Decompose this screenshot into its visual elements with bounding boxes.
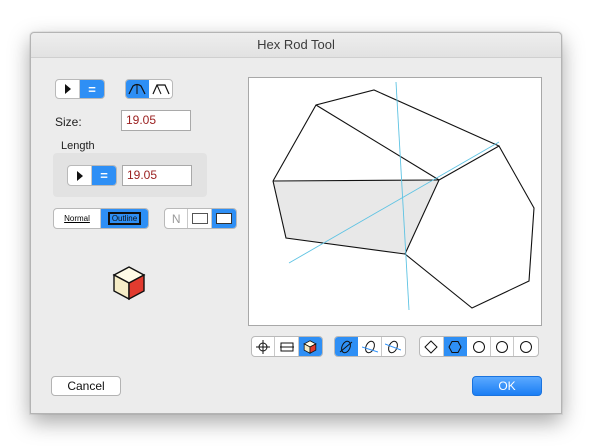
render-style-segmented-control: Normal Outline bbox=[53, 208, 149, 229]
outline-style-label: Outline bbox=[107, 212, 142, 225]
white-fill-button[interactable] bbox=[188, 209, 212, 228]
size-label: Size: bbox=[55, 115, 82, 129]
no-fill-button[interactable]: N bbox=[165, 209, 189, 228]
mode-segmented-control: = bbox=[55, 79, 105, 99]
arrow-pointer-icon bbox=[64, 84, 71, 94]
rounded-cap-button[interactable] bbox=[126, 80, 150, 98]
flat-rect-icon bbox=[279, 342, 294, 351]
shaded-rect-icon bbox=[215, 213, 232, 224]
axis-segmented-control bbox=[334, 336, 406, 357]
cap-style-segmented-control bbox=[125, 79, 173, 99]
equals-icon: = bbox=[100, 168, 108, 183]
axis-1-button[interactable] bbox=[335, 337, 359, 356]
flat-view-button[interactable] bbox=[275, 337, 299, 356]
circle-icon bbox=[496, 340, 509, 353]
window-title: Hex Rod Tool bbox=[31, 33, 561, 58]
hexagon-icon bbox=[448, 340, 462, 353]
fill-segmented-control: N bbox=[164, 208, 237, 229]
crosshair-icon bbox=[256, 339, 271, 354]
length-field[interactable]: 19.05 bbox=[122, 165, 192, 186]
hex-rod-preview bbox=[248, 77, 542, 326]
size-field[interactable]: 19.05 bbox=[121, 110, 191, 131]
view-mode-segmented-control bbox=[251, 336, 323, 357]
length-equals-button[interactable]: = bbox=[92, 166, 116, 185]
normal-style-button[interactable]: Normal bbox=[54, 209, 102, 228]
circle-shape-button-1[interactable] bbox=[467, 337, 491, 356]
hex-rod-tool-dialog: Hex Rod Tool = Size: 19.05 Length = 19.0… bbox=[30, 32, 562, 414]
rounded-cap-icon bbox=[128, 83, 146, 95]
chamfer-cap-icon bbox=[151, 84, 170, 95]
color-cube-icon[interactable] bbox=[111, 265, 147, 301]
ellipse-axis-icon bbox=[385, 340, 402, 353]
outline-style-button[interactable]: Outline bbox=[101, 209, 148, 228]
equals-button[interactable]: = bbox=[80, 80, 104, 98]
equals-icon: = bbox=[88, 81, 96, 97]
ellipse-axis-icon bbox=[339, 340, 353, 353]
length-mode-segmented-control: = bbox=[67, 165, 117, 186]
diamond-icon bbox=[424, 339, 439, 354]
white-rect-icon bbox=[191, 213, 208, 224]
ellipse-axis-icon bbox=[361, 340, 378, 353]
hexagon-shape-button[interactable] bbox=[443, 337, 468, 356]
cube-view-button[interactable] bbox=[298, 337, 322, 356]
circle-shape-button-2[interactable] bbox=[491, 337, 515, 356]
length-label: Length bbox=[61, 140, 95, 152]
length-arrow-pointer-button[interactable] bbox=[68, 166, 93, 185]
ok-button[interactable]: OK bbox=[472, 376, 542, 396]
hex-rod-drawing bbox=[249, 78, 541, 325]
chamfer-cap-button[interactable] bbox=[149, 80, 172, 98]
arrow-pointer-icon bbox=[76, 170, 83, 181]
diamond-shape-button[interactable] bbox=[420, 337, 444, 356]
axis-3-button[interactable] bbox=[382, 337, 405, 356]
shape-segmented-control bbox=[419, 336, 539, 357]
cube-icon bbox=[303, 339, 318, 354]
circle-icon bbox=[472, 340, 485, 353]
arrow-pointer-button[interactable] bbox=[56, 80, 81, 98]
crosshair-view-button[interactable] bbox=[252, 337, 276, 356]
shaded-fill-button[interactable] bbox=[211, 209, 236, 228]
circle-shape-button-3[interactable] bbox=[514, 337, 538, 356]
circle-icon bbox=[520, 340, 533, 353]
cancel-button[interactable]: Cancel bbox=[51, 376, 121, 396]
axis-2-button[interactable] bbox=[358, 337, 382, 356]
